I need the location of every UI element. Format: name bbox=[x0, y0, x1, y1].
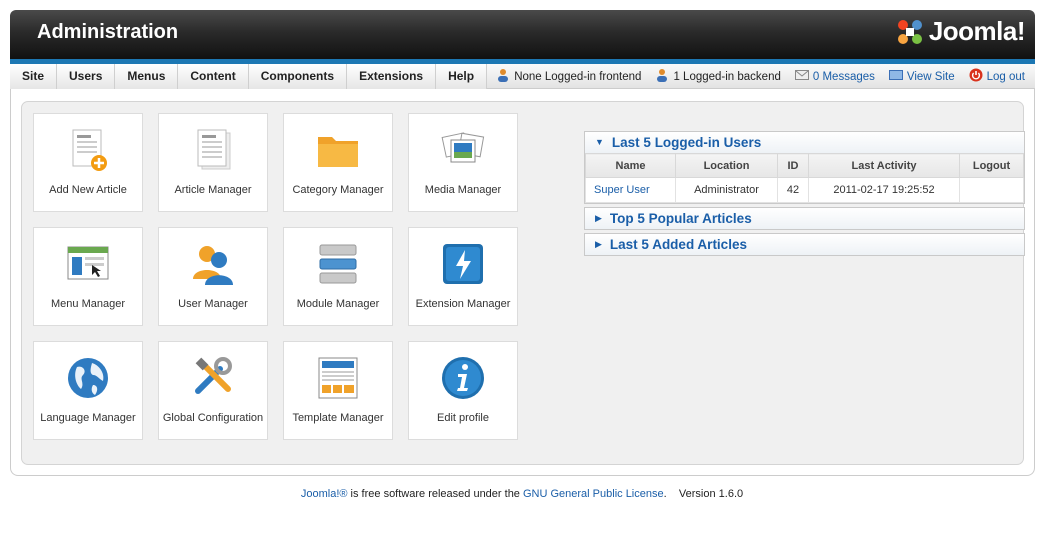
menu-icon bbox=[64, 240, 112, 288]
template-icon bbox=[314, 354, 362, 402]
logout-text: Log out bbox=[986, 70, 1025, 83]
user-frontend-icon bbox=[496, 68, 510, 85]
menu-content[interactable]: Content bbox=[178, 64, 249, 89]
tile-label: User Manager bbox=[178, 298, 248, 310]
logged-in-users-header[interactable]: ▼ Last 5 Logged-in Users bbox=[585, 132, 1024, 153]
tile-media-manager[interactable]: Media Manager bbox=[408, 113, 518, 212]
footer: Joomla!® is free software released under… bbox=[0, 488, 1044, 500]
footer-period: . bbox=[663, 488, 667, 500]
backend-status-text: 1 Logged-in backend bbox=[673, 70, 781, 83]
page-title: Administration bbox=[37, 21, 179, 43]
menu-users[interactable]: Users bbox=[57, 64, 116, 89]
user-backend-icon bbox=[655, 68, 669, 85]
logged-in-users-table: Name Location ID Last Activity Logout Su… bbox=[585, 153, 1024, 203]
tile-label: Media Manager bbox=[424, 184, 502, 196]
menu-extensions[interactable]: Extensions bbox=[347, 64, 437, 89]
tile-label: Global Configuration bbox=[162, 412, 264, 424]
tile-global-configuration[interactable]: Global Configuration bbox=[158, 341, 268, 440]
user-last-activity: 2011-02-17 19:25:52 bbox=[808, 177, 960, 203]
user-name-link[interactable]: Super User bbox=[585, 177, 676, 203]
tile-label: Template Manager bbox=[292, 412, 384, 424]
col-logout[interactable]: Logout bbox=[959, 153, 1024, 178]
power-icon bbox=[969, 68, 983, 85]
popular-articles-title: Top 5 Popular Articles bbox=[609, 211, 752, 226]
status-bar: None Logged-in frontend 1 Logged-in back… bbox=[482, 64, 1025, 89]
tile-article-manager[interactable]: Article Manager bbox=[158, 113, 268, 212]
added-articles-title: Last 5 Added Articles bbox=[609, 237, 747, 252]
globe-icon bbox=[64, 354, 112, 402]
expanded-arrow-icon: ▼ bbox=[595, 137, 604, 147]
menu-bar: Site Users Menus Content Components Exte… bbox=[10, 64, 1035, 89]
view-site-text: View Site bbox=[906, 70, 955, 83]
main-panel: Add New Article Article Manager Category… bbox=[10, 89, 1035, 476]
col-last-activity[interactable]: Last Activity bbox=[808, 153, 960, 178]
media-icon bbox=[439, 126, 487, 174]
tile-label: Menu Manager bbox=[51, 298, 125, 310]
tile-add-new-article[interactable]: Add New Article bbox=[33, 113, 143, 212]
frontend-status-text: None Logged-in frontend bbox=[514, 70, 642, 83]
license-link[interactable]: GNU General Public License bbox=[523, 488, 664, 500]
popular-articles-header[interactable]: ▶ Top 5 Popular Articles bbox=[585, 208, 1024, 229]
footer-text: is free software released under the bbox=[347, 488, 523, 500]
messages-link[interactable]: 0 Messages bbox=[794, 69, 875, 84]
menu-help[interactable]: Help bbox=[436, 64, 488, 89]
added-articles-module: ▶ Last 5 Added Articles bbox=[584, 233, 1025, 256]
table-row: Super User Administrator 42 2011-02-17 1… bbox=[585, 177, 1024, 203]
joomla-logo: Joomla! bbox=[895, 16, 1026, 47]
col-name[interactable]: Name bbox=[585, 153, 676, 178]
col-location[interactable]: Location bbox=[675, 153, 778, 178]
messages-icon bbox=[794, 69, 809, 84]
menu-menus[interactable]: Menus bbox=[115, 64, 179, 89]
joomla-link[interactable]: Joomla!® bbox=[301, 488, 348, 500]
user-id: 42 bbox=[777, 177, 809, 203]
tile-menu-manager[interactable]: Menu Manager bbox=[33, 227, 143, 326]
col-id[interactable]: ID bbox=[777, 153, 809, 178]
tile-label: Edit profile bbox=[437, 412, 489, 424]
added-articles-header[interactable]: ▶ Last 5 Added Articles bbox=[585, 234, 1024, 255]
tools-icon bbox=[189, 354, 237, 402]
tile-category-manager[interactable]: Category Manager bbox=[283, 113, 393, 212]
add-article-icon bbox=[64, 126, 112, 174]
users-icon bbox=[189, 240, 237, 288]
logout-link[interactable]: Log out bbox=[969, 68, 1025, 85]
tile-template-manager[interactable]: Template Manager bbox=[283, 341, 393, 440]
collapsed-arrow-icon: ▶ bbox=[595, 239, 602, 249]
collapsed-arrow-icon: ▶ bbox=[595, 213, 602, 223]
control-panel: Add New Article Article Manager Category… bbox=[21, 101, 1025, 465]
popular-articles-module: ▶ Top 5 Popular Articles bbox=[584, 207, 1025, 230]
logged-in-users-module: ▼ Last 5 Logged-in Users Name Location I… bbox=[584, 131, 1025, 204]
extension-icon bbox=[439, 240, 487, 288]
messages-text: 0 Messages bbox=[812, 70, 875, 83]
logo-text: Joomla! bbox=[928, 16, 1026, 46]
view-site-icon bbox=[888, 69, 903, 84]
view-site-link[interactable]: View Site bbox=[888, 69, 955, 84]
article-manager-icon bbox=[189, 126, 237, 174]
tile-language-manager[interactable]: Language Manager bbox=[33, 341, 143, 440]
menu-components[interactable]: Components bbox=[248, 64, 348, 89]
backend-status: 1 Logged-in backend bbox=[655, 68, 781, 85]
tile-label: Language Manager bbox=[40, 412, 136, 424]
info-icon bbox=[439, 354, 487, 402]
folder-icon bbox=[314, 126, 362, 174]
tile-extension-manager[interactable]: Extension Manager bbox=[408, 227, 518, 326]
module-icon bbox=[314, 240, 362, 288]
tile-label: Module Manager bbox=[296, 298, 380, 310]
tile-label: Add New Article bbox=[49, 184, 127, 196]
version-text: Version 1.6.0 bbox=[678, 488, 744, 500]
frontend-status: None Logged-in frontend bbox=[496, 68, 641, 85]
tile-module-manager[interactable]: Module Manager bbox=[283, 227, 393, 326]
modules-column: ▼ Last 5 Logged-in Users Name Location I… bbox=[584, 131, 1025, 259]
joomla-logo-icon bbox=[897, 19, 922, 44]
logged-in-users-title: Last 5 Logged-in Users bbox=[611, 135, 762, 150]
user-location: Administrator bbox=[675, 177, 778, 203]
menu-site[interactable]: Site bbox=[10, 64, 58, 89]
tile-user-manager[interactable]: User Manager bbox=[158, 227, 268, 326]
tile-label: Article Manager bbox=[174, 184, 252, 196]
tile-label: Extension Manager bbox=[415, 298, 511, 310]
tile-label: Category Manager bbox=[292, 184, 384, 196]
header-bar: Administration Joomla! bbox=[10, 10, 1035, 65]
user-logout[interactable] bbox=[959, 177, 1024, 203]
quick-icons: Add New Article Article Manager Category… bbox=[33, 113, 518, 440]
tile-edit-profile[interactable]: Edit profile bbox=[408, 341, 518, 440]
